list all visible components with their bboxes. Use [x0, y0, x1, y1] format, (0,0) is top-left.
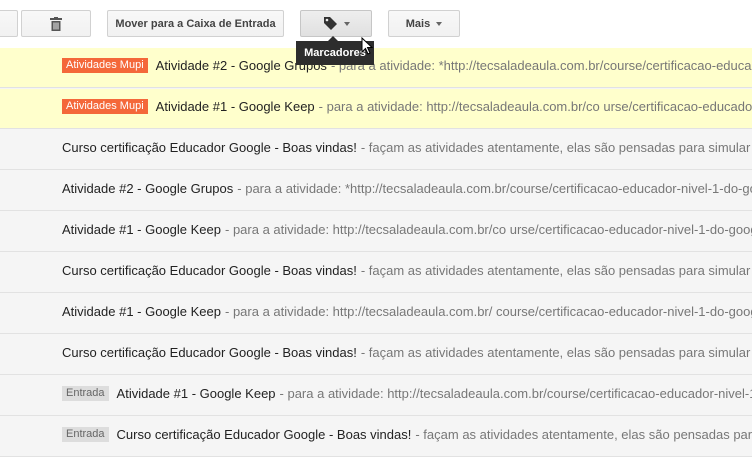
- email-snippet: - façam as atividades atentamente, elas …: [360, 263, 751, 278]
- email-subject: Curso certificação Educador Google - Boa…: [116, 427, 412, 442]
- chevron-down-icon: [343, 21, 350, 26]
- email-snippet: - façam as atividades atentamente, elas …: [415, 427, 752, 442]
- email-subject: Atividade #1 - Google Keep: [155, 99, 315, 114]
- tooltip-text: Marcadores: [304, 47, 366, 59]
- email-subject: Curso certificação Educador Google - Boa…: [62, 345, 357, 360]
- label-chip[interactable]: Atividades Mupi: [62, 58, 148, 73]
- labels-button[interactable]: [300, 10, 372, 37]
- label-chip[interactable]: Entrada: [62, 427, 109, 442]
- email-subject: Atividade #1 - Google Keep: [62, 304, 221, 319]
- email-row[interactable]: Curso certificação Educador Google - Boa…: [0, 130, 752, 170]
- move-to-inbox-button[interactable]: Mover para a Caixa de Entrada: [107, 10, 284, 37]
- more-button[interactable]: Mais: [388, 10, 460, 37]
- email-snippet: - para a atividade: http://tecsaladeaula…: [225, 304, 752, 319]
- email-subject: Curso certificação Educador Google - Boa…: [62, 140, 357, 155]
- email-row[interactable]: Atividades Mupi Atividade #2 - Google Gru…: [0, 48, 752, 88]
- email-subject: Atividade #1 - Google Keep: [116, 386, 276, 401]
- email-row[interactable]: Atividade #1 - Google Keep - para a ativi…: [0, 294, 752, 334]
- email-subject: Atividade #2 - Google Grupos: [62, 181, 234, 196]
- email-snippet: - para a atividade: *http://tecsaladeaul…: [330, 58, 752, 73]
- email-snippet: - para a atividade: http://tecsaladeaula…: [279, 386, 752, 401]
- email-subject: Atividade #1 - Google Keep: [62, 222, 221, 237]
- email-row[interactable]: Entrada Curso certificação Educador Googl…: [0, 417, 752, 457]
- delete-button[interactable]: [21, 10, 91, 37]
- email-row[interactable]: Atividade #2 - Google Grupos - para a ati…: [0, 171, 752, 211]
- email-row[interactable]: Curso certificação Educador Google - Boa…: [0, 335, 752, 375]
- email-snippet: - façam as atividades atentamente, elas …: [360, 140, 751, 155]
- select-all-button[interactable]: [0, 10, 18, 37]
- email-snippet: - para a atividade: http://tecsaladeaula…: [225, 222, 752, 237]
- more-label: Mais: [405, 17, 431, 30]
- mouse-cursor-icon: [361, 37, 374, 55]
- toolbar: Mover para a Caixa de Entrada Mais: [0, 0, 752, 49]
- label-chip[interactable]: Atividades Mupi: [62, 99, 148, 114]
- chevron-down-icon: [436, 21, 443, 26]
- label-chip[interactable]: Entrada: [62, 386, 109, 401]
- email-subject: Curso certificação Educador Google - Boa…: [62, 263, 357, 278]
- trash-icon: [50, 16, 62, 31]
- email-row[interactable]: Entrada Atividade #1 - Google Keep - para …: [0, 376, 752, 416]
- email-row[interactable]: Atividades Mupi Atividade #1 - Google Kee…: [0, 89, 752, 129]
- email-snippet: - façam as atividades atentamente, elas …: [360, 345, 751, 360]
- email-row[interactable]: Curso certificação Educador Google - Boa…: [0, 253, 752, 293]
- email-snippet: - para a atividade: http://tecsaladeaula…: [318, 99, 752, 114]
- email-row[interactable]: Atividade #1 - Google Keep - para a ativi…: [0, 212, 752, 252]
- label-tag-icon: [323, 17, 337, 30]
- move-to-inbox-label: Mover para a Caixa de Entrada: [115, 17, 276, 30]
- email-snippet: - para a atividade: *http://tecsaladeaul…: [237, 181, 752, 196]
